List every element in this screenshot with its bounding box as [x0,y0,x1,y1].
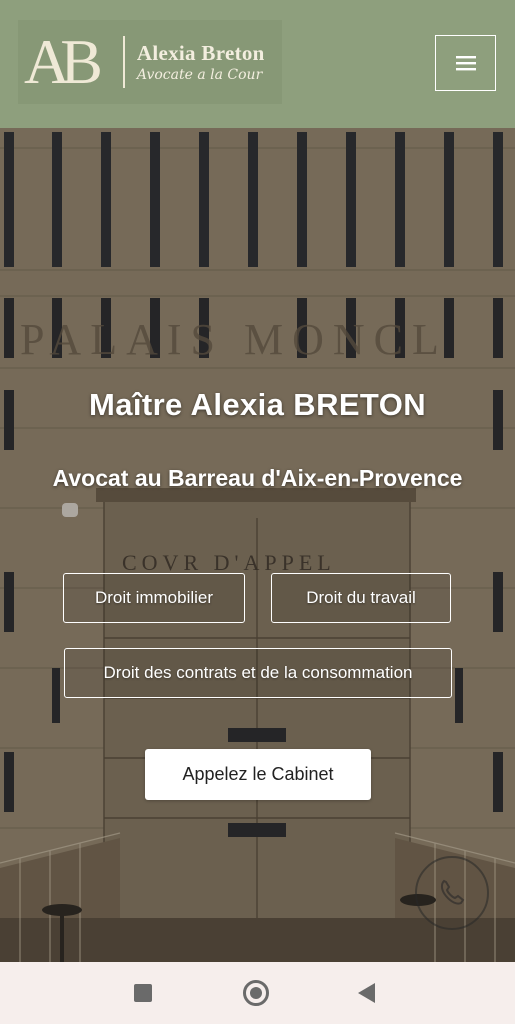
hamburger-icon [455,56,476,71]
call-cabinet-button[interactable]: Appelez le Cabinet [145,749,371,800]
practice-area-button-contrats[interactable]: Droit des contrats et de la consommation [64,648,452,698]
logo-tagline: Avocate a la Cour [136,67,263,83]
logo-text: Alexia Breton Avocate a la Cour [137,41,265,83]
back-triangle-icon[interactable] [358,983,375,1003]
hero-overlay [0,128,515,962]
practice-area-button-travail[interactable]: Droit du travail [271,573,451,623]
practice-area-button-immobilier[interactable]: Droit immobilier [63,573,245,623]
site-logo[interactable]: AB Alexia Breton Avocate a la Cour [18,20,282,104]
logo-name: Alexia Breton [136,41,265,65]
floating-call-badge[interactable] [415,856,489,930]
android-navigation-bar [0,962,515,1024]
recents-square-icon[interactable] [134,984,152,1002]
home-circle-icon[interactable] [243,980,269,1006]
logo-divider [122,36,125,88]
page-subtitle: Avocat au Barreau d'Aix-en-Provence [52,465,463,491]
menu-button[interactable] [435,35,496,91]
site-header: AB Alexia Breton Avocate a la Cour [0,0,515,128]
phone-icon [440,879,465,905]
hero-section: PALAIS MONCL COVR D'APPEL Maître Alexia … [0,128,515,962]
page-title: Maître Alexia BRETON [88,387,427,422]
logo-monogram: AB [24,26,103,97]
